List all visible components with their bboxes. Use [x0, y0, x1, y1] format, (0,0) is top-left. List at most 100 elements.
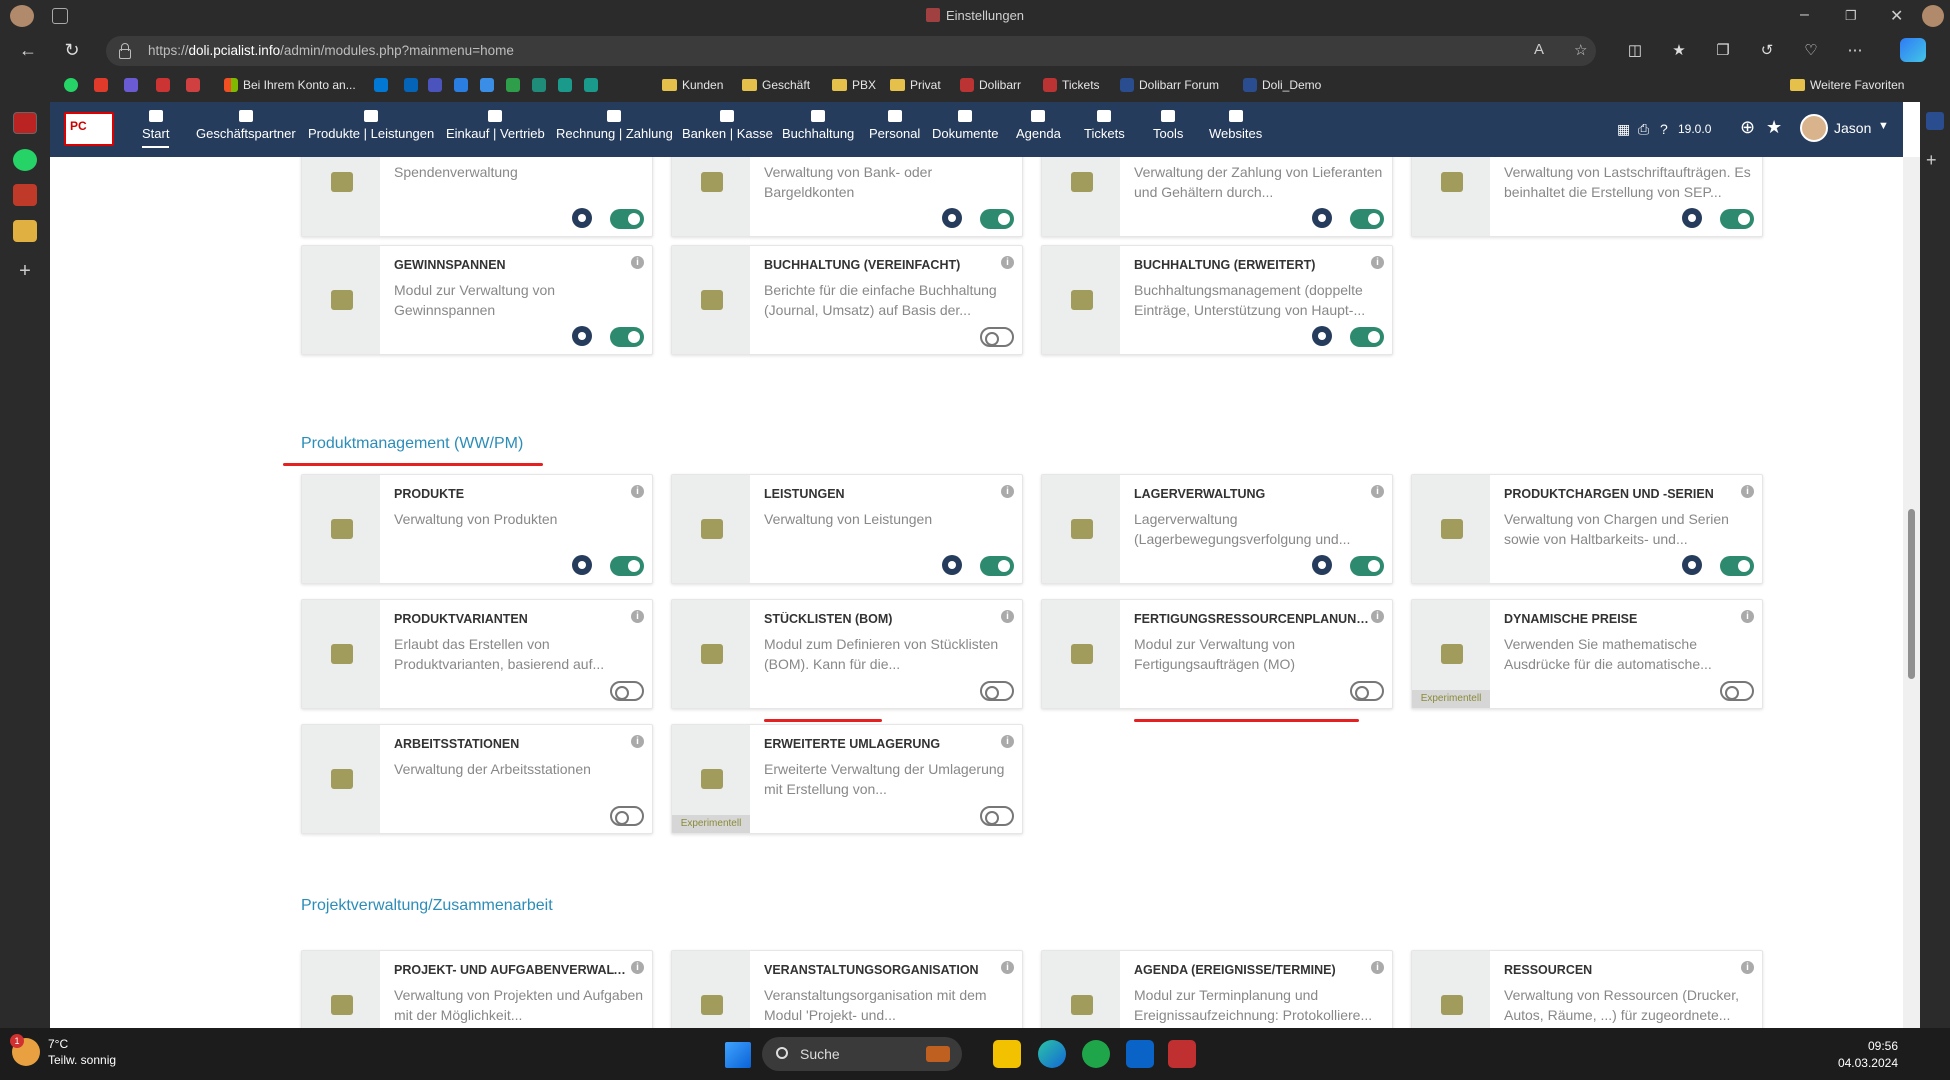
info-icon[interactable]: i [1001, 256, 1014, 269]
nav-produkte[interactable]: Produkte | Leistungen [308, 110, 434, 141]
info-icon[interactable]: i [1001, 610, 1014, 623]
info-icon[interactable]: i [1001, 735, 1014, 748]
info-icon[interactable]: i [631, 485, 644, 498]
bookmark-kunden[interactable]: Kunden [662, 78, 723, 92]
nav-websites[interactable]: Websites [1209, 110, 1262, 141]
company-logo[interactable]: PC [64, 112, 114, 146]
module-toggle[interactable] [610, 806, 644, 826]
calculator-icon[interactable] [1168, 1040, 1196, 1068]
sticky-notes-icon[interactable] [993, 1040, 1021, 1068]
settings-gear-icon[interactable] [1682, 555, 1702, 575]
nav-agenda[interactable]: Agenda [1016, 110, 1061, 141]
windows-start-icon[interactable] [725, 1042, 751, 1068]
bookmark-geschaeft[interactable]: Geschäft [742, 78, 810, 92]
settings-gear-icon[interactable] [572, 555, 592, 575]
info-icon[interactable]: i [1371, 610, 1384, 623]
bookmark-icon-s2[interactable] [584, 78, 603, 92]
info-icon[interactable]: i [631, 961, 644, 974]
excel-export-icon[interactable]: ▦ [1617, 121, 1630, 138]
scrollbar-thumb[interactable] [1908, 509, 1915, 679]
module-toggle[interactable] [610, 556, 644, 576]
more-menu-icon[interactable]: ⋯ [1844, 41, 1866, 59]
nav-banken[interactable]: Banken | Kasse [682, 110, 773, 141]
module-toggle[interactable] [1350, 556, 1384, 576]
nav-rechnung[interactable]: Rechnung | Zahlung [556, 110, 673, 141]
url-field[interactable]: https://doli.pcialist.info/admin/modules… [106, 36, 1596, 66]
outlook-icon[interactable] [1126, 1040, 1154, 1068]
info-icon[interactable]: i [1001, 961, 1014, 974]
nav-tools[interactable]: Tools [1153, 110, 1183, 141]
bookmark-icon-teams[interactable] [428, 78, 447, 92]
bookmark-icon-4[interactable] [156, 78, 175, 92]
minimize-icon[interactable]: – [1800, 6, 1809, 24]
nav-einkauf[interactable]: Einkauf | Vertrieb [446, 110, 545, 141]
weather-widget[interactable]: 1 7°C Teilw. sonnig [10, 1034, 116, 1068]
module-toggle[interactable] [1350, 681, 1384, 701]
nav-dokumente[interactable]: Dokumente [932, 110, 998, 141]
quick-add-icon[interactable]: ⊕ [1740, 117, 1755, 138]
module-toggle[interactable] [610, 209, 644, 229]
module-toggle[interactable] [610, 327, 644, 347]
bookmark-pbx[interactable]: PBX [832, 78, 876, 92]
section-projektverwaltung[interactable]: Projektverwaltung/Zusammenarbeit [301, 897, 553, 915]
collections-icon[interactable]: ❐ [1712, 41, 1734, 59]
info-icon[interactable]: i [1001, 485, 1014, 498]
edge-icon[interactable] [1038, 1040, 1066, 1068]
module-toggle[interactable] [980, 806, 1014, 826]
settings-gear-icon[interactable] [572, 326, 592, 346]
bookmark-icon-teal[interactable] [532, 78, 551, 92]
sidebar-app-icon[interactable] [13, 184, 37, 206]
info-icon[interactable]: i [1371, 256, 1384, 269]
history-icon[interactable]: ↺ [1756, 41, 1778, 59]
info-icon[interactable]: i [631, 256, 644, 269]
sidebar-doli-icon[interactable] [1926, 112, 1944, 130]
sidebar-add-icon[interactable]: + [13, 260, 37, 282]
reload-icon[interactable]: ↻ [60, 40, 84, 61]
url-text[interactable]: https://doli.pcialist.info/admin/modules… [148, 43, 514, 58]
read-aloud-icon[interactable]: A [1534, 41, 1544, 58]
settings-gear-icon[interactable] [1312, 326, 1332, 346]
info-icon[interactable]: i [631, 610, 644, 623]
module-toggle[interactable] [980, 327, 1014, 347]
bookmark-tickets[interactable]: Tickets [1043, 78, 1100, 92]
bookmark-dolibarr[interactable]: Dolibarr [960, 78, 1021, 92]
print-icon[interactable]: ⎙ [1638, 121, 1649, 138]
nav-start[interactable]: Start [142, 110, 170, 148]
settings-gear-icon[interactable] [1312, 208, 1332, 228]
favorite-star-icon[interactable]: ☆ [1574, 41, 1587, 59]
info-icon[interactable]: i [1741, 610, 1754, 623]
bookmark-dolibarr-forum[interactable]: Dolibarr Forum [1120, 78, 1219, 92]
info-icon[interactable]: i [631, 735, 644, 748]
bookmark-icon-azure[interactable] [454, 78, 473, 92]
info-icon[interactable]: i [1371, 961, 1384, 974]
taskbar-search[interactable]: Suche [762, 1037, 962, 1071]
module-toggle[interactable] [980, 209, 1014, 229]
sidebar-right-add-icon[interactable]: + [1926, 150, 1937, 171]
nav-tickets[interactable]: Tickets [1084, 110, 1125, 141]
bookmark-icon-5[interactable] [186, 78, 205, 92]
bookmark-more-favorites[interactable]: Weitere Favoriten [1790, 78, 1904, 92]
settings-gear-icon[interactable] [1682, 208, 1702, 228]
module-toggle[interactable] [1720, 556, 1754, 576]
bookmark-icon-3[interactable] [124, 78, 143, 92]
module-toggle[interactable] [1720, 209, 1754, 229]
settings-gear-icon[interactable] [942, 208, 962, 228]
settings-gear-icon[interactable] [572, 208, 592, 228]
restore-icon[interactable]: ❐ [1845, 8, 1857, 24]
help-icon[interactable]: ? [1660, 121, 1668, 137]
module-toggle[interactable] [1350, 209, 1384, 229]
bookmark-icon-ms[interactable] [374, 78, 393, 92]
nav-personal[interactable]: Personal [869, 110, 920, 141]
chevron-down-icon[interactable]: ▼ [1878, 120, 1889, 132]
section-produktmanagement[interactable]: Produktmanagement (WW/PM) [301, 435, 523, 453]
health-icon[interactable]: ♡ [1800, 41, 1822, 59]
bookmark-icon-s1[interactable] [558, 78, 577, 92]
user-name[interactable]: Jason [1834, 120, 1871, 136]
whatsapp-bookmark-icon[interactable] [64, 78, 83, 92]
copilot-icon[interactable] [1900, 38, 1926, 62]
bookmark-konto[interactable]: Bei Ihrem Konto an... [224, 78, 356, 92]
info-icon[interactable]: i [1741, 961, 1754, 974]
bookmark-privat[interactable]: Privat [890, 78, 941, 92]
settings-gear-icon[interactable] [942, 555, 962, 575]
bookmark-icon-cloud[interactable] [480, 78, 499, 92]
